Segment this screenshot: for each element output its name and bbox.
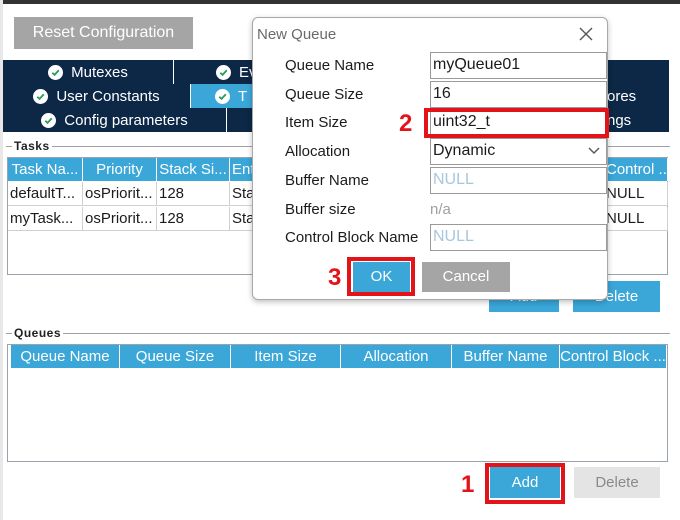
column-header[interactable]: Task Na... bbox=[8, 158, 83, 181]
highlight-box-add bbox=[485, 463, 565, 504]
tab-label: User Constants bbox=[56, 87, 160, 105]
check-icon bbox=[41, 112, 57, 128]
table-cell[interactable]: myTask... bbox=[8, 207, 83, 231]
queues-table: Queue Name Queue Size Item Size Allocati… bbox=[7, 344, 668, 462]
tab-hidden-1[interactable] bbox=[607, 60, 670, 84]
column-header[interactable]: Queue Name bbox=[11, 345, 120, 368]
chevron-down-icon bbox=[588, 147, 600, 154]
tab-user-constants[interactable]: User Constants bbox=[3, 84, 191, 108]
control-block-name-field[interactable]: NULL bbox=[430, 224, 607, 251]
tab-advanced-settings[interactable]: ngs bbox=[607, 108, 670, 132]
item-size-label: Item Size bbox=[285, 114, 348, 131]
buffer-name-label: Buffer Name bbox=[285, 172, 369, 189]
queue-size-field[interactable]: 16 bbox=[430, 81, 607, 108]
tasks-group-label: Tasks bbox=[12, 139, 52, 153]
column-header[interactable]: Control ... bbox=[604, 158, 668, 181]
tab-label: Config parameters bbox=[64, 111, 188, 129]
tab-label: Mutexes bbox=[71, 63, 128, 81]
column-header[interactable]: Priority bbox=[83, 158, 157, 181]
new-queue-dialog: New Queue Queue Name myQueue01 Queue Siz… bbox=[252, 17, 608, 300]
tab-mutexes[interactable]: Mutexes bbox=[3, 60, 174, 84]
tab-events[interactable]: Ev bbox=[174, 60, 256, 84]
column-header[interactable]: Control Block ... bbox=[560, 345, 667, 368]
step-number-2: 2 bbox=[399, 110, 413, 137]
window-top-border bbox=[0, 0, 680, 4]
table-cell[interactable]: osPriorit... bbox=[83, 207, 157, 231]
tab-tasks-and-queues[interactable]: T bbox=[191, 84, 256, 108]
close-icon[interactable] bbox=[578, 26, 594, 42]
highlight-box-item-size bbox=[424, 108, 609, 138]
queues-group-border bbox=[6, 333, 670, 334]
tab-config-parameters[interactable]: Config parameters bbox=[3, 108, 227, 132]
check-icon bbox=[215, 88, 230, 104]
step-number-3: 3 bbox=[328, 264, 342, 291]
tab-semaphores[interactable]: ores bbox=[607, 84, 670, 108]
check-icon bbox=[33, 88, 49, 104]
delete-queue-button: Delete bbox=[574, 467, 660, 498]
column-header[interactable]: Stack Si... bbox=[157, 158, 230, 181]
cancel-button[interactable]: Cancel bbox=[422, 262, 510, 292]
queue-size-label: Queue Size bbox=[285, 86, 364, 103]
table-cell[interactable]: NULL bbox=[604, 207, 668, 231]
buffer-size-label: Buffer size bbox=[285, 201, 356, 218]
allocation-label: Allocation bbox=[285, 143, 351, 160]
column-header[interactable]: Item Size bbox=[231, 345, 341, 368]
queues-group-label: Queues bbox=[12, 326, 64, 340]
table-cell[interactable]: defaultT... bbox=[8, 182, 83, 206]
table-cell[interactable]: 128 bbox=[157, 207, 230, 231]
control-block-name-label: Control Block Name bbox=[285, 229, 419, 246]
reset-configuration-button[interactable]: Reset Configuration bbox=[14, 17, 193, 49]
tab-label: T bbox=[238, 87, 248, 105]
table-cell[interactable]: 128 bbox=[157, 182, 230, 206]
column-header[interactable]: Allocation bbox=[341, 345, 452, 368]
step-number-1: 1 bbox=[461, 471, 475, 498]
highlight-box-ok bbox=[347, 257, 415, 296]
buffer-size-value: n/a bbox=[430, 201, 451, 218]
queue-name-field[interactable]: myQueue01 bbox=[430, 52, 607, 79]
tab-label: ngs bbox=[607, 111, 632, 129]
column-header[interactable]: Buffer Name bbox=[452, 345, 560, 368]
column-header[interactable]: Queue Size bbox=[120, 345, 231, 368]
allocation-value: Dynamic bbox=[433, 142, 496, 159]
table-cell[interactable]: osPriorit... bbox=[83, 182, 157, 206]
check-icon bbox=[216, 64, 231, 80]
dialog-title: New Queue bbox=[257, 26, 337, 43]
check-icon bbox=[48, 64, 64, 80]
allocation-select[interactable]: Dynamic bbox=[430, 138, 607, 165]
table-cell[interactable]: NULL bbox=[604, 182, 668, 206]
buffer-name-field[interactable]: NULL bbox=[430, 167, 607, 194]
queue-name-label: Queue Name bbox=[285, 57, 375, 74]
tab-label: ores bbox=[607, 87, 637, 105]
